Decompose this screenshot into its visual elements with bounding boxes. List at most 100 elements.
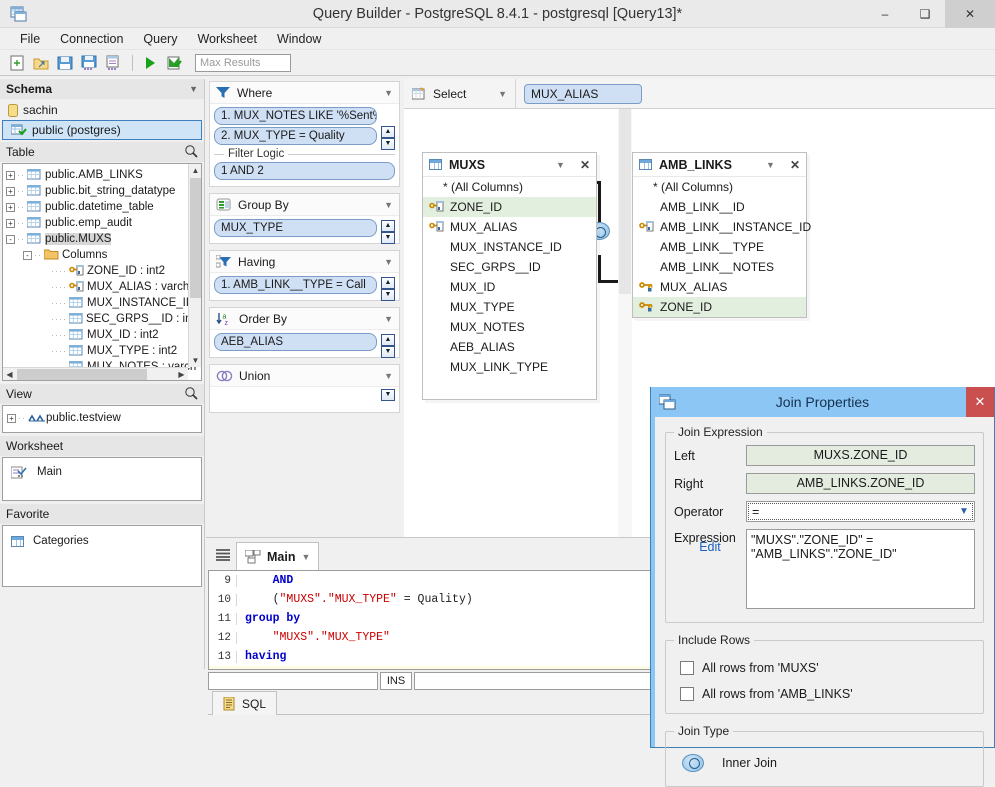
tab-main[interactable]: Main ▼: [236, 542, 319, 570]
tree-node[interactable]: -··public.MUXS: [6, 231, 201, 247]
chevron-down-icon[interactable]: ▼: [384, 88, 393, 98]
view-node[interactable]: + ·· public.testview: [7, 410, 201, 426]
clause-header-union[interactable]: Union▼: [210, 365, 399, 387]
include-rows-option-amb-links[interactable]: All rows from 'AMB_LINKS': [680, 687, 975, 701]
maximize-button[interactable]: ❑: [905, 0, 945, 28]
hamburger-icon[interactable]: [212, 542, 234, 568]
tree-node[interactable]: ····MUX_ID : int2: [6, 327, 201, 343]
clause-chip[interactable]: AEB_ALIAS: [214, 333, 377, 351]
scroll-right-arrow[interactable]: ▶: [175, 368, 188, 381]
join-properties-dialog[interactable]: Join Properties ✕ Join Expression Left M…: [650, 387, 995, 748]
new-query-icon[interactable]: [6, 52, 28, 74]
code-line[interactable]: 14 ("AMB_LINKS"."AMB_LINK__TYPE" = Call)…: [209, 666, 653, 670]
code-line[interactable]: 13having: [209, 647, 653, 666]
menu-file[interactable]: File: [10, 30, 50, 48]
spinner-down-button[interactable]: ▼: [381, 289, 395, 301]
table-column-row[interactable]: AEB_ALIAS: [423, 337, 596, 357]
tree-node[interactable]: +··public.bit_string_datatype: [6, 183, 201, 199]
code-line[interactable]: 9 AND: [209, 571, 653, 590]
table-tree-vscrollbar[interactable]: ▲ ▼: [188, 164, 201, 367]
table-column-row[interactable]: AMB_LINK__INSTANCE_ID: [633, 217, 806, 237]
max-results-input[interactable]: Max Results: [195, 54, 291, 72]
operator-select[interactable]: = ▼: [746, 501, 975, 522]
tree-node[interactable]: ····MUX_TYPE : int2: [6, 343, 201, 359]
table-column-row[interactable]: AMB_LINK__ID: [633, 197, 806, 217]
spinner-down-button[interactable]: ▼: [381, 232, 395, 244]
run-script-icon[interactable]: [163, 52, 185, 74]
expander-icon[interactable]: +: [6, 203, 15, 212]
clause-header-orderby[interactable]: azOrder By▼: [210, 308, 399, 330]
table-column-row[interactable]: MUX_NOTES: [423, 317, 596, 337]
clause-chip[interactable]: MUX_TYPE: [214, 219, 377, 237]
chevron-down-icon[interactable]: ▼: [384, 200, 393, 210]
table-title-bar[interactable]: MUXS ▼ ✕: [423, 153, 596, 177]
table-column-row[interactable]: ZONE_ID: [633, 297, 806, 317]
expander-icon[interactable]: +: [6, 171, 15, 180]
chevron-down-icon[interactable]: ▼: [954, 506, 974, 517]
menu-window[interactable]: Window: [267, 30, 331, 48]
tree-node[interactable]: ····MUX_ALIAS : varcha: [6, 279, 201, 295]
open-icon[interactable]: [30, 52, 52, 74]
favorite-item-categories[interactable]: Categories: [11, 532, 201, 550]
table-tree[interactable]: +··public.AMB_LINKS+··public.bit_string_…: [2, 163, 202, 381]
edit-expression-link[interactable]: Edit: [674, 540, 746, 554]
menu-connection[interactable]: Connection: [50, 30, 133, 48]
clause-chip[interactable]: 1. MUX_NOTES LIKE '%Sent%': [214, 107, 377, 125]
table-column-row[interactable]: * (All Columns): [423, 177, 596, 197]
spinner-up-button[interactable]: ▲: [381, 277, 395, 289]
scroll-left-arrow[interactable]: ◀: [3, 368, 16, 381]
favorite-list[interactable]: Categories: [2, 525, 202, 587]
spinner-up-button[interactable]: ▲: [381, 220, 395, 232]
search-icon[interactable]: [184, 386, 198, 403]
worksheet-item-main[interactable]: Main: [11, 463, 201, 481]
table-tree-hscrollbar[interactable]: ◀ ▶: [3, 367, 188, 380]
clause-header-where[interactable]: Where▼: [210, 82, 399, 104]
schema-item-sachin[interactable]: sachin: [0, 100, 204, 120]
tab-sql[interactable]: SQL: [212, 691, 277, 715]
tree-node[interactable]: +··public.datetime_table: [6, 199, 201, 215]
spinner-up-button[interactable]: ▲: [381, 334, 395, 346]
chevron-down-icon[interactable]: ▼: [384, 257, 393, 267]
table-column-row[interactable]: MUX_ALIAS: [423, 217, 596, 237]
code-line[interactable]: 10 ("MUXS"."MUX_TYPE" = Quality): [209, 590, 653, 609]
view-tree[interactable]: + ·· public.testview: [2, 405, 202, 433]
menu-query[interactable]: Query: [133, 30, 187, 48]
scroll-up-arrow[interactable]: ▲: [189, 164, 202, 177]
join-type-row[interactable]: Inner Join: [682, 754, 975, 772]
expander-icon[interactable]: -: [23, 251, 32, 260]
vscroll-thumb[interactable]: [190, 178, 201, 298]
chevron-down-icon[interactable]: ▼: [301, 552, 310, 562]
table-column-row[interactable]: MUX_ALIAS: [633, 277, 806, 297]
chevron-down-icon[interactable]: ▼: [556, 160, 565, 170]
clause-chip[interactable]: 1. AMB_LINK__TYPE = Call: [214, 276, 377, 294]
minimize-button[interactable]: –: [865, 0, 905, 28]
table-column-row[interactable]: MUX_ID: [423, 277, 596, 297]
save-worksheet-icon[interactable]: [102, 52, 124, 74]
chevron-down-icon[interactable]: ▼: [384, 371, 393, 381]
tree-node[interactable]: ····ZONE_ID : int2: [6, 263, 201, 279]
table-column-row[interactable]: * (All Columns): [633, 177, 806, 197]
schema-item-public-postgres[interactable]: public (postgres): [2, 120, 202, 140]
expander-icon[interactable]: +: [6, 187, 15, 196]
table-column-row[interactable]: MUX_LINK_TYPE: [423, 357, 596, 377]
expander-icon[interactable]: -: [6, 235, 15, 244]
spinner-down-button[interactable]: ▼: [381, 138, 395, 150]
clause-header-having[interactable]: Having▼: [210, 251, 399, 273]
table-column-row[interactable]: MUX_TYPE: [423, 297, 596, 317]
expander-icon[interactable]: +: [7, 414, 16, 423]
checkbox-all-rows-amb-links[interactable]: [680, 687, 694, 701]
clause-chip[interactable]: 2. MUX_TYPE = Quality: [214, 127, 377, 145]
search-icon[interactable]: [184, 144, 198, 161]
vscroll-thumb[interactable]: [619, 109, 631, 294]
tree-node[interactable]: ····SEC_GRPS__ID : int2: [6, 311, 201, 327]
tree-node[interactable]: +··public.AMB_LINKS: [6, 167, 201, 183]
include-rows-option-muxs[interactable]: All rows from 'MUXS': [680, 661, 975, 675]
spinner-down-button[interactable]: ▼: [381, 346, 395, 358]
tree-node[interactable]: ····MUX_INSTANCE_ID :: [6, 295, 201, 311]
spinner-up-button[interactable]: ▲: [381, 126, 395, 138]
worksheet-list[interactable]: Main: [2, 457, 202, 501]
chevron-down-icon[interactable]: ▼: [766, 160, 775, 170]
close-icon[interactable]: ✕: [580, 158, 590, 172]
table-column-row[interactable]: MUX_INSTANCE_ID: [423, 237, 596, 257]
table-column-row[interactable]: SEC_GRPS__ID: [423, 257, 596, 277]
